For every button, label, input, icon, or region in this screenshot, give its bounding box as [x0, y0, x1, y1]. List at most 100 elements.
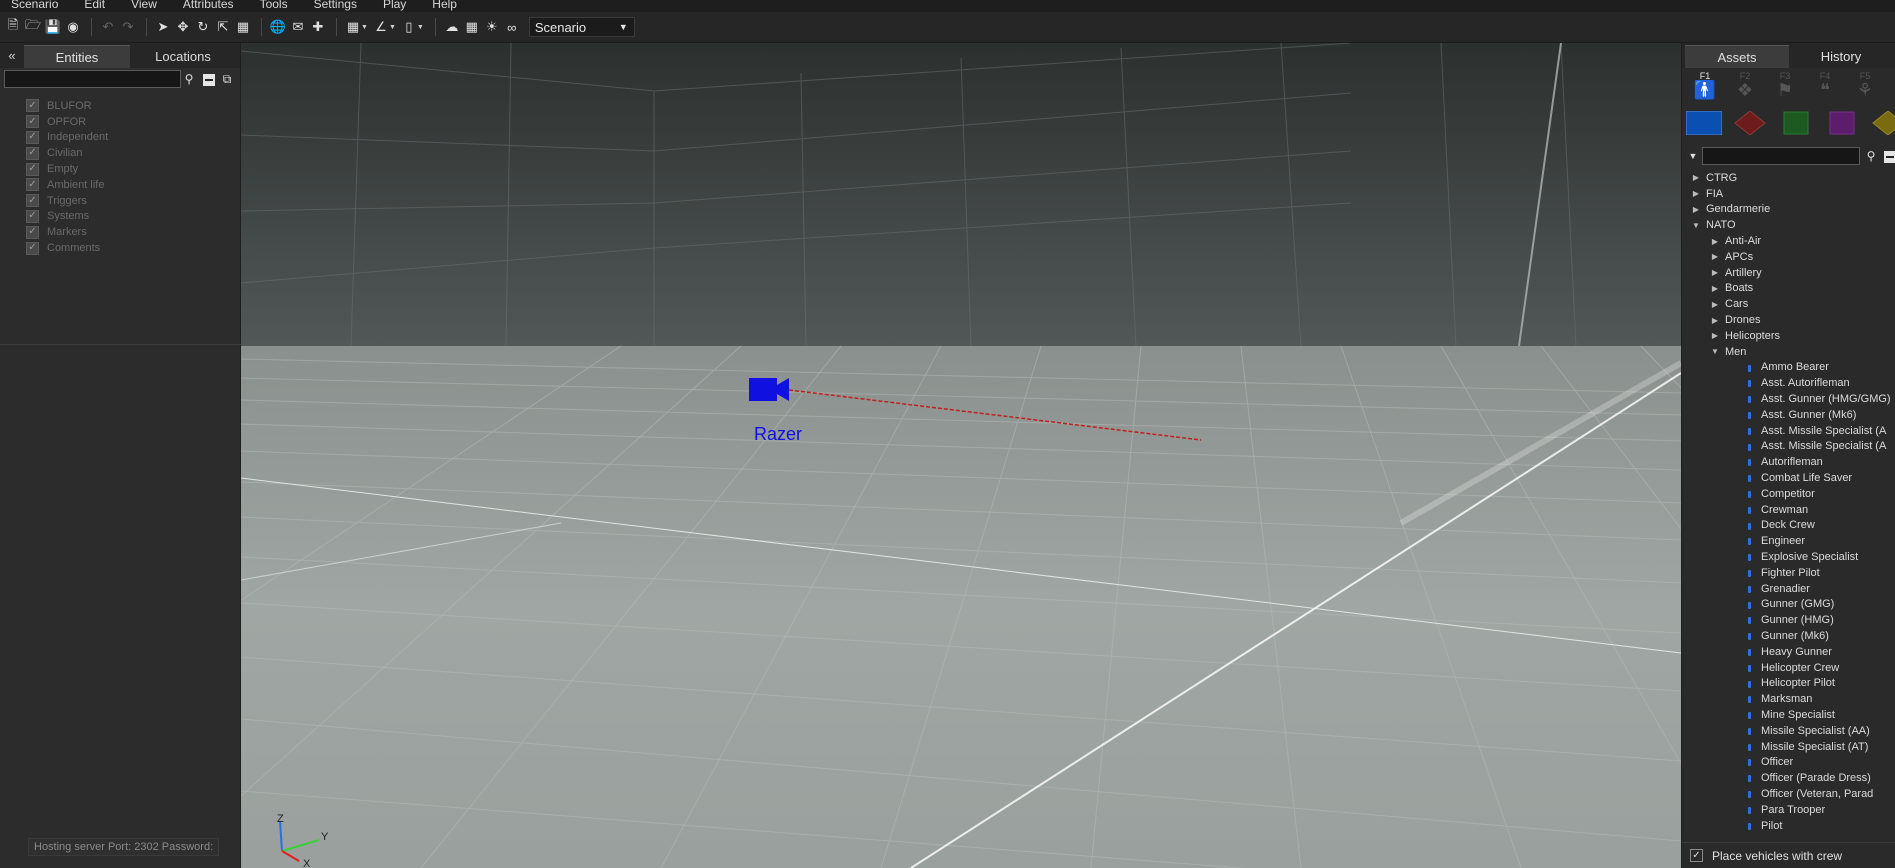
- place-vehicles-with-crew[interactable]: ✓ Place vehicles with crew: [1682, 842, 1895, 868]
- tab-assets[interactable]: Assets: [1685, 45, 1789, 68]
- side-civilian[interactable]: [1824, 111, 1860, 135]
- checkbox-checked-icon[interactable]: ✓: [1690, 849, 1703, 862]
- asset-category[interactable]: ▶ Artillery: [1682, 265, 1895, 281]
- asset-item[interactable]: Asst. Missile Specialist (A: [1682, 439, 1895, 455]
- chevron-down-icon[interactable]: ▼: [1691, 221, 1701, 230]
- grid-icon[interactable]: ▦: [344, 18, 362, 36]
- asset-item[interactable]: Officer (Veteran, Parad: [1682, 786, 1895, 802]
- undo-icon[interactable]: ↶: [99, 18, 117, 36]
- save-icon[interactable]: 💾: [44, 18, 62, 36]
- asset-item[interactable]: Deck Crew: [1682, 518, 1895, 534]
- tab-f4-waypoints[interactable]: F4 ❝: [1805, 68, 1845, 104]
- collapse-panel-button[interactable]: «: [0, 43, 24, 68]
- asset-item[interactable]: Autorifleman: [1682, 454, 1895, 470]
- tab-f2-groups[interactable]: F2 ❖: [1725, 68, 1765, 104]
- tab-f1-units[interactable]: F1 🚹: [1685, 68, 1725, 104]
- side-independent[interactable]: [1778, 111, 1814, 135]
- surface-snap-icon[interactable]: ✉: [289, 18, 307, 36]
- menu-scenario[interactable]: Scenario: [0, 0, 71, 10]
- side-opfor[interactable]: [1732, 111, 1768, 135]
- asset-item[interactable]: Helicopter Pilot: [1682, 676, 1895, 692]
- asset-item[interactable]: Mine Specialist: [1682, 707, 1895, 723]
- asset-item[interactable]: Helicopter Crew: [1682, 660, 1895, 676]
- asset-item[interactable]: Combat Life Saver: [1682, 470, 1895, 486]
- menu-tools[interactable]: Tools: [247, 0, 301, 10]
- select-cursor-icon[interactable]: ➤: [154, 18, 172, 36]
- scenario-select[interactable]: Scenario ▼: [528, 17, 635, 37]
- entity-layer-independent[interactable]: ✓ Independent: [26, 130, 108, 146]
- 3d-viewport[interactable]: Razer Z Y X: [241, 43, 1681, 868]
- chevron-right-icon[interactable]: ▶: [1691, 173, 1701, 182]
- asset-category[interactable]: ▶ Cars: [1682, 296, 1895, 312]
- chevron-right-icon[interactable]: ▶: [1710, 237, 1720, 246]
- chevron-right-icon[interactable]: ▶: [1691, 205, 1701, 214]
- menu-view[interactable]: View: [118, 0, 170, 10]
- asset-item[interactable]: Officer: [1682, 754, 1895, 770]
- area-icon[interactable]: ▦: [234, 18, 252, 36]
- search-icon[interactable]: ⚲: [182, 72, 196, 86]
- side-empty[interactable]: [1870, 111, 1895, 135]
- sun-icon[interactable]: ☀: [483, 18, 501, 36]
- rotate-icon[interactable]: ↻: [194, 18, 212, 36]
- asset-item[interactable]: Pilot: [1682, 818, 1895, 834]
- asset-category[interactable]: ▼ Men: [1682, 344, 1895, 360]
- checkbox-checked-icon[interactable]: ✓: [26, 241, 39, 255]
- checkbox-checked-icon[interactable]: ✓: [26, 225, 39, 239]
- asset-item[interactable]: Marksman: [1682, 691, 1895, 707]
- ruler-icon[interactable]: ▯: [400, 18, 418, 36]
- chevron-right-icon[interactable]: ▶: [1710, 331, 1720, 340]
- asset-item[interactable]: Crewman: [1682, 502, 1895, 518]
- checkbox-checked-icon[interactable]: ✓: [26, 146, 39, 160]
- asset-item[interactable]: Para Trooper: [1682, 802, 1895, 818]
- asset-item[interactable]: Asst. Gunner (Mk6): [1682, 407, 1895, 423]
- checkbox-checked-icon[interactable]: ✓: [26, 115, 39, 129]
- chevron-right-icon[interactable]: ▶: [1691, 189, 1701, 198]
- entities-search-input[interactable]: [4, 70, 181, 88]
- expand-all-icon[interactable]: ⧉: [220, 72, 234, 86]
- chevron-down-icon[interactable]: ▼: [389, 24, 396, 31]
- menu-edit[interactable]: Edit: [71, 0, 118, 10]
- asset-item[interactable]: Asst. Gunner (HMG/GMG): [1682, 391, 1895, 407]
- vertical-mode-icon[interactable]: ✚: [309, 18, 327, 36]
- asset-item[interactable]: Gunner (HMG): [1682, 612, 1895, 628]
- asset-category[interactable]: ▶ Gendarmerie: [1682, 202, 1895, 218]
- move-icon[interactable]: ✥: [174, 18, 192, 36]
- asset-category[interactable]: ▶ APCs: [1682, 249, 1895, 265]
- tab-entities[interactable]: Entities: [24, 45, 130, 68]
- scale-icon[interactable]: ⇱: [214, 18, 232, 36]
- asset-category[interactable]: ▶ Drones: [1682, 312, 1895, 328]
- entity-layer-empty[interactable]: ✓ Empty: [26, 161, 108, 177]
- checkbox-checked-icon[interactable]: ✓: [26, 178, 39, 192]
- asset-category[interactable]: ▼ NATO: [1682, 217, 1895, 233]
- vegetation-icon[interactable]: ▦: [463, 18, 481, 36]
- asset-category[interactable]: ▶ Anti-Air: [1682, 233, 1895, 249]
- entity-layer-comments[interactable]: ✓ Comments: [26, 240, 108, 256]
- entity-layer-opfor[interactable]: ✓ OPFOR: [26, 114, 108, 130]
- tab-locations[interactable]: Locations: [130, 45, 236, 68]
- chevron-right-icon[interactable]: ▶: [1710, 268, 1720, 277]
- new-file-icon[interactable]: 🗎: [4, 17, 22, 36]
- asset-item[interactable]: Missile Specialist (AT): [1682, 739, 1895, 755]
- filter-dropdown-icon[interactable]: ▼: [1686, 149, 1700, 163]
- menu-settings[interactable]: Settings: [301, 0, 370, 10]
- entity-layer-ambient-life[interactable]: ✓ Ambient life: [26, 177, 108, 193]
- redo-icon[interactable]: ↷: [119, 18, 137, 36]
- globe-icon[interactable]: 🌐: [269, 18, 287, 36]
- checkbox-checked-icon[interactable]: ✓: [26, 194, 39, 208]
- chevron-down-icon[interactable]: ▼: [417, 24, 424, 31]
- chevron-right-icon[interactable]: ▶: [1710, 252, 1720, 261]
- side-blufor[interactable]: [1686, 111, 1722, 135]
- menu-attributes[interactable]: Attributes: [170, 0, 247, 10]
- menu-play[interactable]: Play: [370, 0, 419, 10]
- asset-item[interactable]: Ammo Bearer: [1682, 360, 1895, 376]
- asset-item[interactable]: Asst. Autorifleman: [1682, 375, 1895, 391]
- checkbox-checked-icon[interactable]: ✓: [26, 162, 39, 176]
- asset-item[interactable]: Fighter Pilot: [1682, 565, 1895, 581]
- asset-item[interactable]: Heavy Gunner: [1682, 644, 1895, 660]
- asset-item[interactable]: Gunner (Mk6): [1682, 628, 1895, 644]
- asset-category[interactable]: ▶ Boats: [1682, 281, 1895, 297]
- search-icon[interactable]: ⚲: [1864, 149, 1878, 163]
- weather-icon[interactable]: ☁: [443, 18, 461, 36]
- asset-category[interactable]: ▶ Helicopters: [1682, 328, 1895, 344]
- asset-category[interactable]: ▶ CTRG: [1682, 170, 1895, 186]
